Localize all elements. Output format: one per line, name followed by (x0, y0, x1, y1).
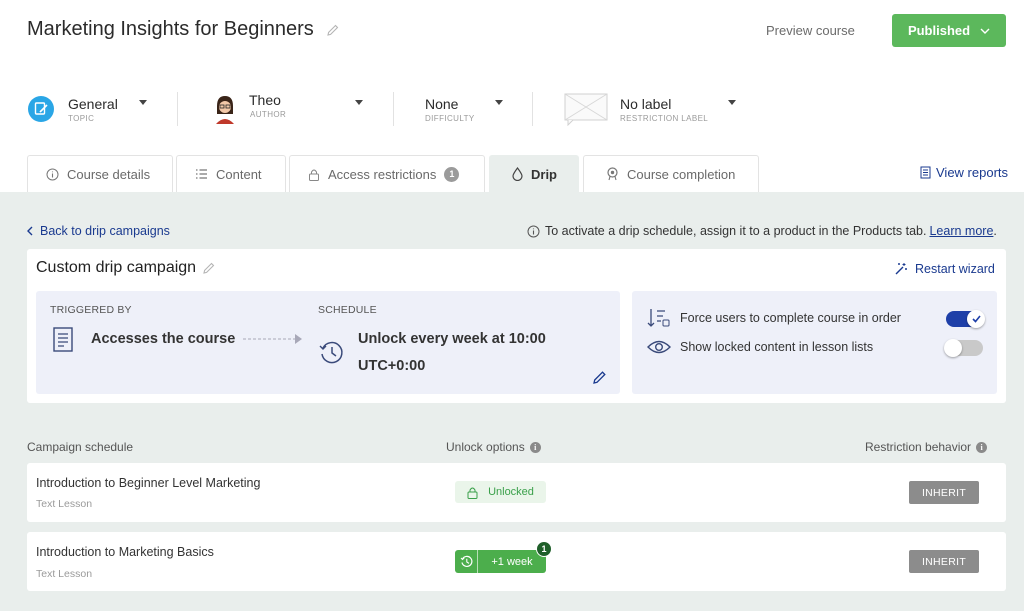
difficulty-caret-icon[interactable] (495, 100, 503, 105)
published-button[interactable]: Published (892, 14, 1006, 47)
unlock-icon (467, 487, 478, 499)
divider (177, 92, 178, 126)
award-icon (607, 167, 618, 181)
edit-title-pencil-icon[interactable] (326, 23, 340, 37)
edit-schedule-pencil-icon[interactable] (592, 370, 607, 385)
lesson-title: Introduction to Beginner Level Marketing (36, 476, 261, 490)
preview-course-link[interactable]: Preview course (766, 23, 855, 38)
tab-label: Course completion (627, 166, 736, 182)
arrow-right-icon (243, 334, 302, 344)
schedule-label: SCHEDULE (318, 304, 377, 316)
chevron-down-icon (980, 28, 990, 34)
restriction-label-value: No label (620, 95, 672, 112)
learn-more-link[interactable]: Learn more (929, 224, 993, 238)
document-icon (53, 327, 73, 352)
schedule-line1: Unlock every week at 10:00 (358, 331, 546, 347)
restart-wizard-button[interactable]: Restart wizard (894, 262, 995, 276)
info-icon[interactable]: i (976, 441, 988, 453)
col-campaign-schedule: Campaign schedule (27, 440, 134, 454)
report-icon (920, 166, 931, 179)
col-unlock-options: Unlock options i (446, 440, 541, 454)
topic-icon (28, 96, 54, 122)
check-icon (971, 315, 981, 323)
campaign-title: Custom drip campaign (36, 259, 216, 277)
author-selector[interactable]: Theo AUTHOR (212, 90, 286, 128)
force-order-label: Force users to complete course in order (680, 311, 901, 325)
lesson-type: Text Lesson (36, 498, 93, 510)
lesson-type: Text Lesson (36, 568, 93, 580)
tab-label: Content (216, 166, 262, 182)
author-avatar (216, 96, 234, 124)
edit-campaign-pencil-icon[interactable] (202, 261, 216, 275)
unlock-delay-option[interactable]: +1 week (455, 550, 546, 573)
tab-access-restrictions[interactable]: Access restrictions 1 (289, 155, 485, 192)
list-icon (196, 169, 207, 179)
info-icon (527, 225, 540, 237)
lesson-title: Introduction to Marketing Basics (36, 545, 214, 559)
unlocked-status[interactable]: Unlocked (455, 481, 546, 503)
tab-content[interactable]: Content (176, 155, 286, 192)
count-badge: 1 (536, 541, 552, 557)
label-placeholder-icon (564, 93, 608, 126)
topic-value: General (68, 95, 118, 112)
topic-caption: TOPIC (68, 113, 95, 123)
restriction-caret-icon[interactable] (728, 100, 736, 105)
lock-icon (309, 169, 319, 181)
topic-selector[interactable]: General TOPIC (27, 90, 118, 128)
restriction-label-caption: RESTRICTION LABEL (620, 113, 709, 123)
divider (393, 92, 394, 126)
magic-wand-icon (895, 263, 907, 275)
difficulty-selector[interactable]: None DIFFICULTY (425, 90, 475, 128)
author-caption: AUTHOR (250, 109, 287, 119)
tab-label: Course details (67, 166, 151, 182)
history-icon (319, 341, 343, 364)
inherit-button[interactable]: INHERIT (909, 550, 979, 573)
difficulty-value: None (425, 95, 459, 112)
author-caret-icon[interactable] (355, 100, 363, 105)
author-value: Theo (249, 91, 281, 108)
tab-course-details[interactable]: Course details (27, 155, 173, 192)
view-reports-link[interactable]: View reports (920, 165, 1008, 180)
drop-icon (512, 167, 523, 181)
toggle-knob (944, 339, 962, 357)
tab-course-completion[interactable]: Course completion (583, 155, 759, 192)
chevron-left-icon (27, 226, 33, 236)
show-locked-label: Show locked content in lesson lists (680, 340, 874, 354)
history-icon (455, 550, 478, 573)
info-icon[interactable]: i (529, 441, 541, 453)
tab-label: Access restrictions (328, 166, 437, 182)
eye-icon (647, 340, 671, 354)
triggered-by-label: TRIGGERED BY (50, 304, 132, 316)
tab-drip[interactable]: Drip (489, 155, 579, 192)
restriction-label-selector[interactable]: No label RESTRICTION LABEL (564, 90, 708, 128)
restriction-count-badge: 1 (444, 166, 460, 182)
difficulty-caption: DIFFICULTY (425, 113, 475, 123)
schedule-line2: UTC+0:00 (358, 358, 426, 374)
trigger-value: Accesses the course (91, 331, 236, 347)
back-to-campaigns-link[interactable]: Back to drip campaigns (27, 224, 170, 238)
show-locked-toggle[interactable] (944, 339, 983, 357)
course-title: Marketing Insights for Beginners (27, 18, 340, 41)
info-icon (46, 168, 59, 180)
col-restriction-behavior: Restriction behavior i (865, 440, 988, 454)
topic-caret-icon[interactable] (139, 100, 147, 105)
toggle-knob (967, 310, 985, 328)
inherit-button[interactable]: INHERIT (909, 481, 979, 504)
tab-label: Drip (531, 166, 557, 182)
sort-order-icon (647, 309, 670, 327)
activation-info: To activate a drip schedule, assign it t… (527, 224, 997, 238)
divider (532, 92, 533, 126)
force-order-toggle[interactable] (946, 310, 985, 328)
published-label: Published (907, 23, 971, 38)
